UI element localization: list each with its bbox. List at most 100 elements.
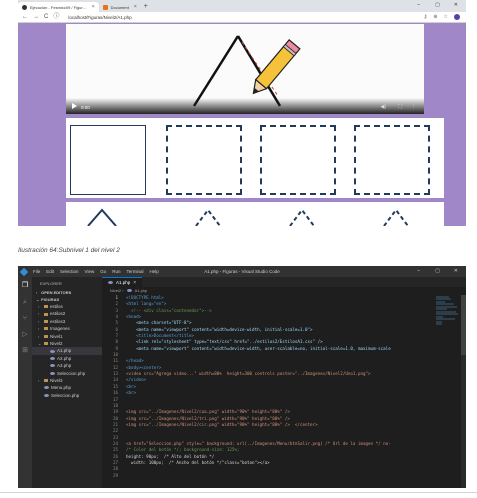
tree-file[interactable]: Menu.php — [32, 384, 102, 391]
breadcrumb-file[interactable]: A1.php — [135, 288, 148, 293]
php-file-icon — [44, 393, 49, 397]
tree-folder[interactable]: › estilos3 — [32, 318, 102, 325]
menu-selection[interactable]: Selection — [57, 269, 82, 274]
search-icon[interactable]: ⌕ — [21, 299, 29, 307]
breadcrumb-folder[interactable]: Nivel2 — [110, 288, 121, 293]
play-icon[interactable] — [72, 103, 77, 109]
maximize-button[interactable]: ▢ — [435, 2, 440, 8]
document-icon — [102, 4, 108, 10]
workspace-label: FIGURAS — [41, 297, 60, 302]
tree-folder[interactable]: ⌄ Nivel2 — [32, 340, 102, 347]
code-text: <video src="Agrega video..." width=80% h… — [126, 371, 371, 377]
volume-icon[interactable]: ◀) — [380, 104, 386, 110]
fullscreen-icon[interactable]: ⛶ — [398, 104, 402, 110]
tree-file[interactable]: A3.php — [32, 362, 102, 369]
key-icon[interactable]: ⚷ — [424, 14, 428, 20]
tree-file[interactable]: A2.php — [32, 355, 102, 362]
tree-item-label: estilos — [50, 304, 63, 309]
extensions-icon[interactable]: ⊞ — [21, 347, 29, 355]
figure-caption: Ilustración 64:Subnivel 1 del nivel 2 — [18, 247, 120, 254]
close-icon[interactable]: × — [134, 4, 137, 10]
editor-tab-label: A1.php — [116, 280, 131, 285]
folder-icon — [44, 319, 48, 323]
back-button[interactable]: ← — [22, 14, 28, 20]
menu-help[interactable]: Help — [147, 269, 162, 274]
video-player[interactable]: 0:00 ◀) ⛶ ⋮ — [66, 24, 424, 114]
chevron-icon: ⌄ — [38, 340, 42, 346]
tree-folder[interactable]: › Imagenes — [32, 325, 102, 332]
minimap[interactable] — [436, 295, 458, 375]
browser-tab-document[interactable]: Document × — [99, 2, 141, 12]
open-editors-label: OPEN EDITORS — [41, 290, 72, 295]
dashed-triangle — [195, 208, 221, 226]
code-text: <img src="../Imagenes/Nivel2/cir.png" wi… — [126, 421, 318, 427]
github-icon — [22, 4, 27, 10]
forward-button[interactable]: → — [33, 14, 39, 20]
php-file-icon — [126, 289, 132, 293]
maximize-button[interactable]: ▢ — [435, 268, 440, 274]
minimize-button[interactable]: – — [417, 268, 420, 274]
close-icon[interactable]: × — [133, 280, 136, 286]
open-editors-section[interactable]: › OPEN EDITORS — [32, 289, 102, 296]
close-window-button[interactable]: ✕ — [454, 2, 458, 8]
source-control-icon[interactable]: ⑂ — [21, 315, 29, 323]
dashed-square — [166, 125, 242, 195]
tree-item-label: estilos3 — [50, 318, 66, 324]
folder-icon — [44, 334, 48, 338]
menu-file[interactable]: File — [30, 269, 43, 274]
chevron-icon: › — [38, 318, 40, 324]
menu-go[interactable]: Go — [97, 269, 109, 274]
star-icon[interactable]: ☆ — [444, 14, 448, 20]
tree-item-label: Nivel2 — [50, 340, 63, 346]
more-icon[interactable]: ⋮ — [411, 104, 416, 110]
folder-icon — [44, 327, 48, 331]
tree-folder[interactable]: › estilos2 — [32, 310, 102, 317]
code-editor: A1.php × Nivel2 › A1.php 1 <!DOCTYPE html… — [102, 277, 466, 488]
chevron-icon: › — [38, 304, 40, 309]
tree-folder[interactable]: › Nivel1 — [32, 333, 102, 340]
tree-file[interactable]: Seleccion.php — [32, 392, 102, 399]
chevron-icon: › — [38, 326, 40, 332]
chevron-icon: › — [38, 311, 40, 317]
workspace-section[interactable]: ⌄ FIGURAS — [32, 296, 102, 303]
php-file-icon — [50, 364, 55, 368]
code-area[interactable]: 1 <!DOCTYPE html> 2 <html lang="en"> 3 <!-- … — [102, 294, 466, 479]
close-window-button[interactable]: ✕ — [454, 268, 458, 274]
video-controls: 0:00 ◀) ⛶ ⋮ — [66, 98, 424, 114]
browser-tab-ejecucion[interactable]: Ejecución - Fesmicc09 / Figur… × — [18, 2, 99, 12]
close-icon[interactable]: × — [92, 4, 95, 10]
tree-folder[interactable]: › estilos — [32, 303, 102, 310]
reload-button[interactable]: C — [44, 14, 48, 20]
tree-file[interactable]: Seleccion.php — [32, 370, 102, 377]
profile-avatar[interactable] — [454, 14, 460, 20]
tree-file[interactable]: A1.php — [32, 347, 102, 355]
tree-folder[interactable]: › Nivel3 — [32, 377, 102, 384]
php-file-icon — [44, 386, 49, 390]
menu-run[interactable]: Run — [109, 269, 123, 274]
info-icon[interactable]: ⓘ — [53, 14, 59, 20]
tree-item-label: A1.php — [57, 348, 72, 354]
new-tab-button[interactable]: + — [144, 2, 148, 12]
zoom-icon[interactable]: ⊕ — [433, 14, 437, 20]
explorer-sidebar: EXPLORER › OPEN EDITORS ⌄ FIGURAS › estil… — [32, 277, 102, 488]
squares-row — [66, 118, 444, 198]
chevron-icon: › — [38, 377, 40, 383]
tree-item-label: Seleccion.php — [51, 392, 80, 398]
file-tree: › estilos › estilos2 › estilos3 › Imagenes › Nive… — [32, 303, 102, 399]
tree-item-label: estilos2 — [50, 311, 66, 317]
run-icon[interactable]: ▷ — [21, 331, 29, 339]
code-line[interactable]: 29 — [102, 473, 466, 479]
menu-view[interactable]: View — [82, 269, 98, 274]
minimize-button[interactable]: – — [417, 2, 420, 8]
vscode-logo-icon — [18, 266, 30, 277]
menu-terminal[interactable]: Terminal — [124, 269, 147, 274]
editor-tab-bar: A1.php × — [102, 277, 466, 287]
url-field[interactable]: localhost/Figuras/Nivel2/A1.php — [68, 15, 131, 20]
files-icon[interactable]: ❐ — [21, 282, 29, 290]
folder-icon — [44, 312, 48, 316]
menu-edit[interactable]: Edit — [43, 269, 57, 274]
editor-tab-a1[interactable]: A1.php × — [102, 277, 143, 287]
php-file-icon — [50, 356, 55, 360]
scrollbar-thumb[interactable] — [461, 295, 466, 355]
browser-tab-bar: Ejecución - Fesmicc09 / Figur… × Documen… — [18, 0, 466, 12]
